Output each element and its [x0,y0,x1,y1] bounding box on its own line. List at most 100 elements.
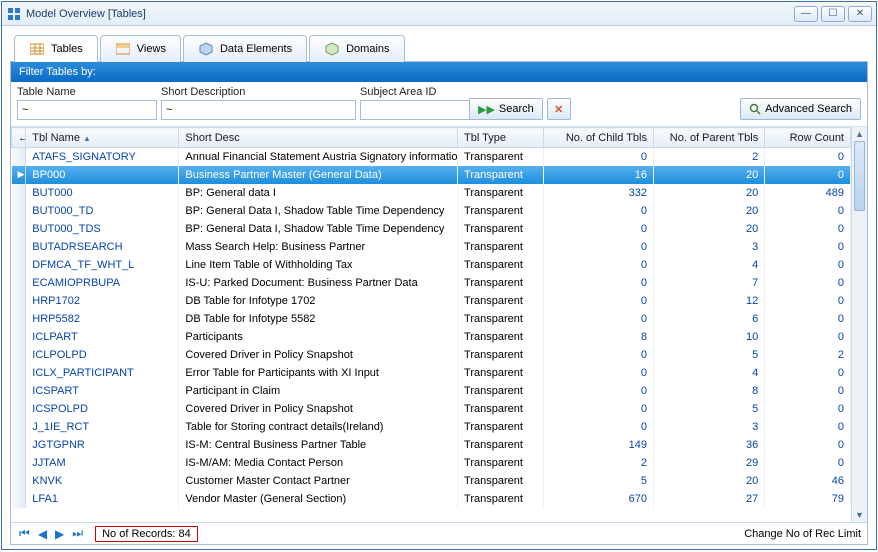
col-short-desc[interactable]: Short Desc [179,128,458,148]
cell-parent[interactable]: 20 [653,166,764,184]
row-handle[interactable] [12,328,26,346]
nav-first-button[interactable]: ⏮ [17,526,32,541]
table-row[interactable]: BUTADRSEARCHMass Search Help: Business P… [12,238,851,256]
cell-tbl-name[interactable]: JJTAM [26,454,179,472]
nav-next-button[interactable]: ▶ [53,527,66,541]
row-handle[interactable] [12,148,26,166]
cell-rows[interactable]: 79 [765,490,851,508]
cell-tbl-name[interactable]: HRP5582 [26,310,179,328]
cell-child[interactable]: 670 [543,490,653,508]
tab-views[interactable]: Views [100,35,181,62]
row-handle[interactable] [12,364,26,382]
col-tbl-type[interactable]: Tbl Type [458,128,544,148]
table-row[interactable]: LFA1Vendor Master (General Section)Trans… [12,490,851,508]
cell-rows[interactable]: 489 [765,184,851,202]
table-row[interactable]: BUT000BP: General data ITransparent33220… [12,184,851,202]
row-handle[interactable] [12,202,26,220]
table-name-input[interactable] [17,100,157,120]
cell-parent[interactable]: 27 [653,490,764,508]
scroll-up-arrow[interactable]: ▲ [852,127,867,141]
cell-child[interactable]: 0 [543,382,653,400]
cell-parent[interactable]: 20 [653,202,764,220]
row-handle[interactable] [12,292,26,310]
cell-rows[interactable]: 0 [765,238,851,256]
advanced-search-button[interactable]: Advanced Search [740,98,861,120]
cell-child[interactable]: 0 [543,274,653,292]
cell-child[interactable]: 0 [543,310,653,328]
nav-last-button[interactable]: ⏭ [70,526,85,541]
cell-child[interactable]: 0 [543,346,653,364]
cell-rows[interactable]: 0 [765,454,851,472]
cell-rows[interactable]: 0 [765,256,851,274]
cell-parent[interactable]: 20 [653,472,764,490]
cell-child[interactable]: 0 [543,256,653,274]
cell-parent[interactable]: 4 [653,364,764,382]
cell-child[interactable]: 5 [543,472,653,490]
cell-tbl-name[interactable]: ICSPART [26,382,179,400]
row-handle[interactable] [12,472,26,490]
table-row[interactable]: ICSPARTParticipant in ClaimTransparent08… [12,382,851,400]
cell-rows[interactable]: 0 [765,364,851,382]
table-row[interactable]: ICLPARTParticipantsTransparent8100 [12,328,851,346]
cell-tbl-name[interactable]: BUT000_TD [26,202,179,220]
table-row[interactable]: KNVKCustomer Master Contact PartnerTrans… [12,472,851,490]
table-row[interactable]: BUT000_TDBP: General Data I, Shadow Tabl… [12,202,851,220]
maximize-button[interactable]: ☐ [821,6,845,22]
table-row[interactable]: HRP1702DB Table for Infotype 1702Transpa… [12,292,851,310]
cell-rows[interactable]: 0 [765,220,851,238]
row-handle[interactable] [12,418,26,436]
cell-parent[interactable]: 3 [653,418,764,436]
row-handle[interactable] [12,184,26,202]
cell-rows[interactable]: 0 [765,382,851,400]
table-row[interactable]: BUT000_TDSBP: General Data I, Shadow Tab… [12,220,851,238]
col-row-count[interactable]: Row Count [765,128,851,148]
vertical-scrollbar[interactable]: ▲ ▼ [851,127,867,522]
row-handle[interactable] [12,400,26,418]
cell-tbl-name[interactable]: ECAMIOPRBUPA [26,274,179,292]
cell-rows[interactable]: 0 [765,436,851,454]
cell-rows[interactable]: 46 [765,472,851,490]
table-row[interactable]: ▶BP000Business Partner Master (General D… [12,166,851,184]
scroll-thumb[interactable] [854,141,865,211]
row-handle[interactable] [12,220,26,238]
cell-tbl-name[interactable]: DFMCA_TF_WHT_L [26,256,179,274]
cell-parent[interactable]: 12 [653,292,764,310]
search-button[interactable]: ▶▶ Search [469,98,543,120]
table-row[interactable]: HRP5582DB Table for Infotype 5582Transpa… [12,310,851,328]
row-handle[interactable] [12,346,26,364]
row-handle[interactable] [12,310,26,328]
row-handle[interactable] [12,256,26,274]
cell-rows[interactable]: 0 [765,166,851,184]
table-row[interactable]: ICSPOLPDCovered Driver in Policy Snapsho… [12,400,851,418]
table-row[interactable]: ECAMIOPRBUPAIS-U: Parked Document: Busin… [12,274,851,292]
cell-child[interactable]: 0 [543,148,653,166]
cell-tbl-name[interactable]: HRP1702 [26,292,179,310]
nav-prev-button[interactable]: ◀ [36,527,49,541]
cell-child[interactable]: 8 [543,328,653,346]
table-row[interactable]: ATAFS_SIGNATORYAnnual Financial Statemen… [12,148,851,166]
cell-child[interactable]: 16 [543,166,653,184]
cell-parent[interactable]: 7 [653,274,764,292]
cell-tbl-name[interactable]: ICSPOLPD [26,400,179,418]
cell-parent[interactable]: 20 [653,184,764,202]
cell-parent[interactable]: 20 [653,220,764,238]
cell-tbl-name[interactable]: J_1IE_RCT [26,418,179,436]
cell-rows[interactable]: 0 [765,310,851,328]
cell-child[interactable]: 0 [543,400,653,418]
table-row[interactable]: J_1IE_RCTTable for Storing contract deta… [12,418,851,436]
cell-child[interactable]: 0 [543,292,653,310]
cell-tbl-name[interactable]: BUTADRSEARCH [26,238,179,256]
cell-child[interactable]: 0 [543,364,653,382]
clear-filter-button[interactable]: ✕ [547,98,571,120]
cell-tbl-name[interactable]: BUT000_TDS [26,220,179,238]
table-row[interactable]: JGTGPNRIS-M: Central Business Partner Ta… [12,436,851,454]
tab-tables[interactable]: Tables [14,35,98,62]
col-child-tables[interactable]: No. of Child Tbls [543,128,653,148]
row-handle[interactable] [12,238,26,256]
cell-parent[interactable]: 6 [653,310,764,328]
col-tbl-name[interactable]: Tbl Name▲ [26,128,179,148]
cell-parent[interactable]: 3 [653,238,764,256]
cell-parent[interactable]: 5 [653,346,764,364]
cell-child[interactable]: 0 [543,238,653,256]
cell-rows[interactable]: 0 [765,274,851,292]
